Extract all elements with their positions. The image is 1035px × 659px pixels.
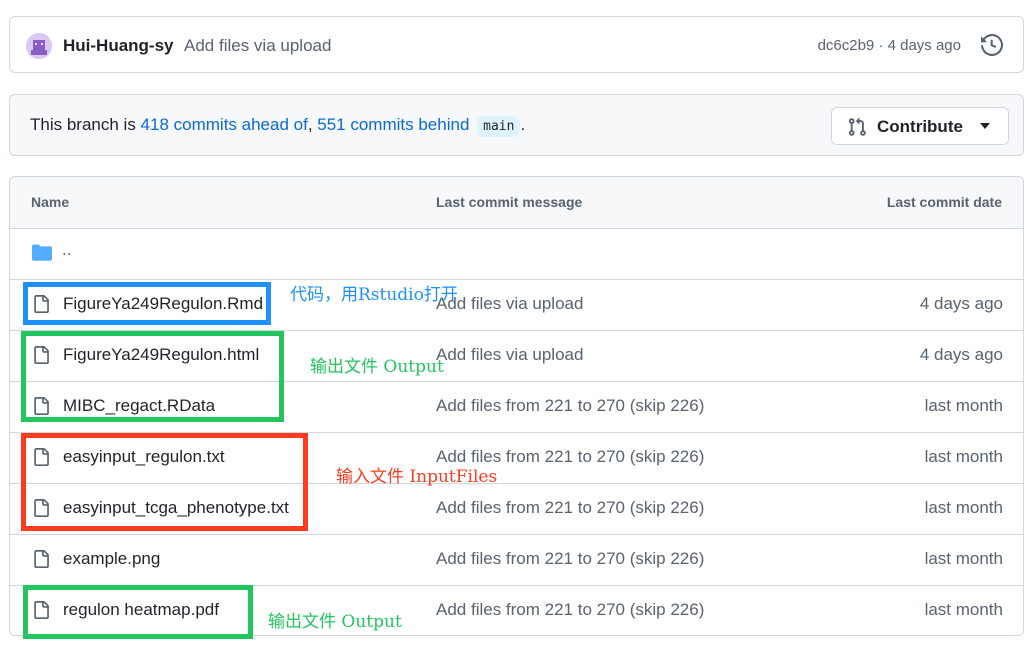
branch-status-bar: This branch is 418 commits ahead of, 551…	[9, 94, 1024, 156]
branch-separator: ,	[307, 115, 318, 134]
commits-ahead-link[interactable]: 418 commits ahead of	[141, 115, 308, 134]
history-icon[interactable]	[981, 33, 1004, 57]
branch-suffix: .	[520, 115, 526, 134]
caret-down-icon	[980, 123, 990, 129]
annotation-output-pdf: 输出文件 Output	[268, 612, 402, 632]
commit-message-link[interactable]: Add files from 221 to 270 (skip 226)	[436, 600, 704, 620]
annotation-code: 代码，用Rstudio打开	[290, 285, 458, 305]
base-branch-chip[interactable]: main	[477, 116, 521, 137]
highlight-box-output-pdf	[23, 585, 253, 639]
commit-date: last month	[924, 600, 1003, 619]
commit-date: last month	[924, 447, 1003, 466]
commit-date: last month	[924, 498, 1003, 517]
annotation-output: 输出文件 Output	[310, 357, 444, 377]
file-name-link[interactable]: example.png	[63, 549, 160, 569]
annotation-input: 输入文件 InputFiles	[336, 467, 498, 487]
commit-hash-time[interactable]: dc6c2b9 · 4 days ago	[818, 37, 961, 54]
commit-message-link[interactable]: Add files from 221 to 270 (skip 226)	[436, 498, 704, 518]
git-pull-request-icon	[847, 117, 867, 137]
commit-author[interactable]: Hui-Huang-sy	[63, 36, 174, 56]
commits-behind-link[interactable]: 551 commits behind	[317, 115, 469, 134]
highlight-box-input	[21, 433, 308, 531]
table-header: Name Last commit message Last commit dat…	[10, 177, 1023, 229]
commit-date: last month	[924, 549, 1003, 568]
commit-message-link[interactable]: Add files from 221 to 270 (skip 226)	[436, 396, 704, 416]
commit-message-link[interactable]: Add files via upload	[436, 294, 583, 314]
contribute-button[interactable]: Contribute	[831, 107, 1009, 145]
commit-date: last month	[924, 396, 1003, 415]
highlight-box-output	[21, 331, 284, 422]
commit-message-link[interactable]: Add files via upload	[436, 345, 583, 365]
highlight-box-code	[23, 282, 271, 325]
column-header-name: Name	[31, 194, 70, 210]
parent-directory-row[interactable]: ..	[10, 228, 1023, 280]
column-header-message: Last commit message	[436, 194, 583, 210]
contribute-label: Contribute	[877, 117, 963, 136]
file-icon	[32, 549, 50, 569]
latest-commit-bar: Hui-Huang-sy Add files via upload dc6c2b…	[9, 16, 1024, 73]
parent-directory-link[interactable]: ..	[62, 240, 71, 260]
commit-message-link[interactable]: Add files from 221 to 270 (skip 226)	[436, 549, 704, 569]
avatar[interactable]	[26, 33, 52, 59]
branch-prefix: This branch is	[30, 115, 141, 134]
commit-date: 4 days ago	[919, 345, 1003, 364]
commit-date: 4 days ago	[919, 294, 1003, 313]
column-header-date: Last commit date	[886, 194, 1002, 210]
folder-icon	[32, 243, 52, 263]
commit-message[interactable]: Add files via upload	[184, 36, 331, 56]
table-row[interactable]: example.png Add files from 221 to 270 (s…	[10, 534, 1023, 586]
branch-status-text: This branch is 418 commits ahead of, 551…	[30, 115, 525, 137]
